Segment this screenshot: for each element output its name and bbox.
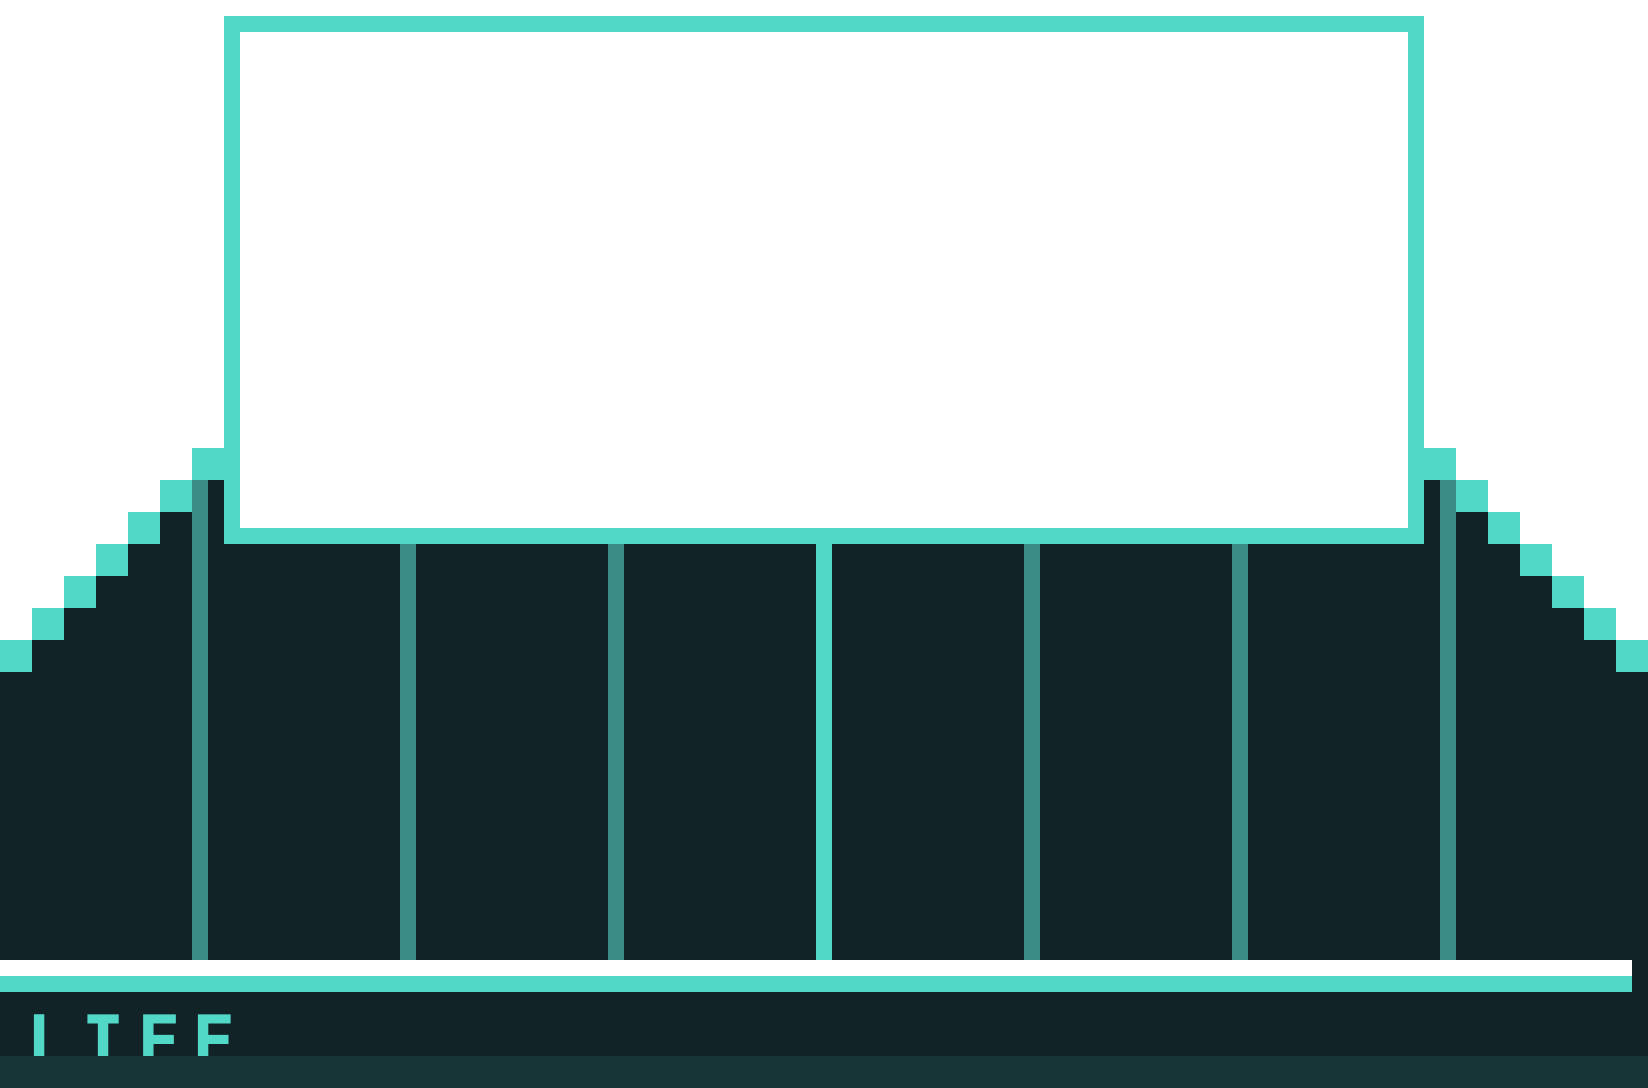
pillar [1232, 540, 1248, 960]
room-backdrop [0, 16, 1648, 1056]
window-frame-icon [224, 16, 1424, 544]
life-bar-fill [0, 976, 1632, 992]
pillar [192, 480, 208, 960]
life-bar [0, 960, 1632, 992]
pillar [1440, 480, 1456, 960]
pillar [1024, 540, 1040, 960]
life-bar-track [0, 960, 1632, 976]
pillar [608, 540, 624, 960]
pillar [400, 540, 416, 960]
game-scene: LIFE [0, 0, 1648, 1088]
bottom-strip [0, 1056, 1648, 1088]
pillar-center [816, 540, 832, 960]
